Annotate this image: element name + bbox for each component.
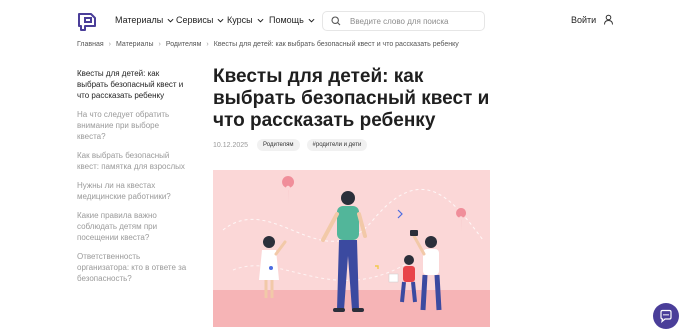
- breadcrumb-parents[interactable]: Родителям: [166, 41, 202, 48]
- article-meta: 10.12.2025 Родителям #родители и дети: [213, 139, 368, 151]
- breadcrumb-materials[interactable]: Материалы: [116, 41, 153, 48]
- chat-bubble-icon: [660, 309, 672, 323]
- search-box: [322, 11, 485, 31]
- chevron-down-icon: [257, 18, 264, 23]
- toc-item[interactable]: Ответственность организатора: кто в отве…: [77, 251, 189, 284]
- nav-help[interactable]: Помощь: [269, 15, 315, 25]
- breadcrumb-separator: ›: [108, 41, 111, 48]
- table-of-contents: Квесты для детей: как выбрать безопасный…: [77, 68, 189, 292]
- search-input[interactable]: [350, 16, 480, 26]
- breadcrumb-separator: ›: [158, 41, 161, 48]
- toc-item[interactable]: Квесты для детей: как выбрать безопасный…: [77, 68, 189, 101]
- breadcrumb-home[interactable]: Главная: [77, 41, 104, 48]
- nav-courses-label: Курсы: [227, 15, 253, 25]
- user-icon[interactable]: [603, 14, 614, 25]
- search-icon[interactable]: [331, 16, 341, 26]
- nav-materials-label: Материалы: [115, 15, 164, 25]
- toc-item[interactable]: Нужны ли на квестах медицинские работник…: [77, 180, 189, 202]
- article-date: 10.12.2025: [213, 141, 249, 149]
- chevron-down-icon: [217, 18, 224, 23]
- hero-illustration-image: [213, 170, 490, 327]
- nav-services[interactable]: Сервисы: [176, 15, 224, 25]
- chat-button[interactable]: [653, 303, 679, 329]
- nav-services-label: Сервисы: [176, 15, 214, 25]
- nav-help-label: Помощь: [269, 15, 304, 25]
- breadcrumb-current: Квесты для детей: как выбрать безопасный…: [213, 41, 459, 48]
- logo-icon[interactable]: [76, 10, 98, 32]
- breadcrumb-separator: ›: [206, 41, 209, 48]
- toc-item[interactable]: Какие правила важно соблюдать детям при …: [77, 210, 189, 243]
- article-title: Квесты для детей: как выбрать безопасный…: [213, 66, 490, 131]
- nav-courses[interactable]: Курсы: [227, 15, 264, 25]
- toc-item[interactable]: Как выбрать безопасный квест: памятка дл…: [77, 150, 189, 172]
- header: Материалы Сервисы Курсы Помощь Войти: [0, 0, 690, 40]
- chevron-down-icon: [167, 18, 174, 23]
- tag-badge[interactable]: #родители и дети: [306, 139, 368, 151]
- tag-badge[interactable]: Родителям: [257, 139, 300, 151]
- hero-illustration: [213, 170, 490, 327]
- login-link[interactable]: Войти: [571, 15, 596, 25]
- chevron-down-icon: [308, 18, 315, 23]
- nav-materials[interactable]: Материалы: [115, 15, 174, 25]
- toc-item[interactable]: На что следует обратить внимание при выб…: [77, 109, 189, 142]
- breadcrumb: Главная › Материалы › Родителям › Квесты…: [77, 41, 459, 48]
